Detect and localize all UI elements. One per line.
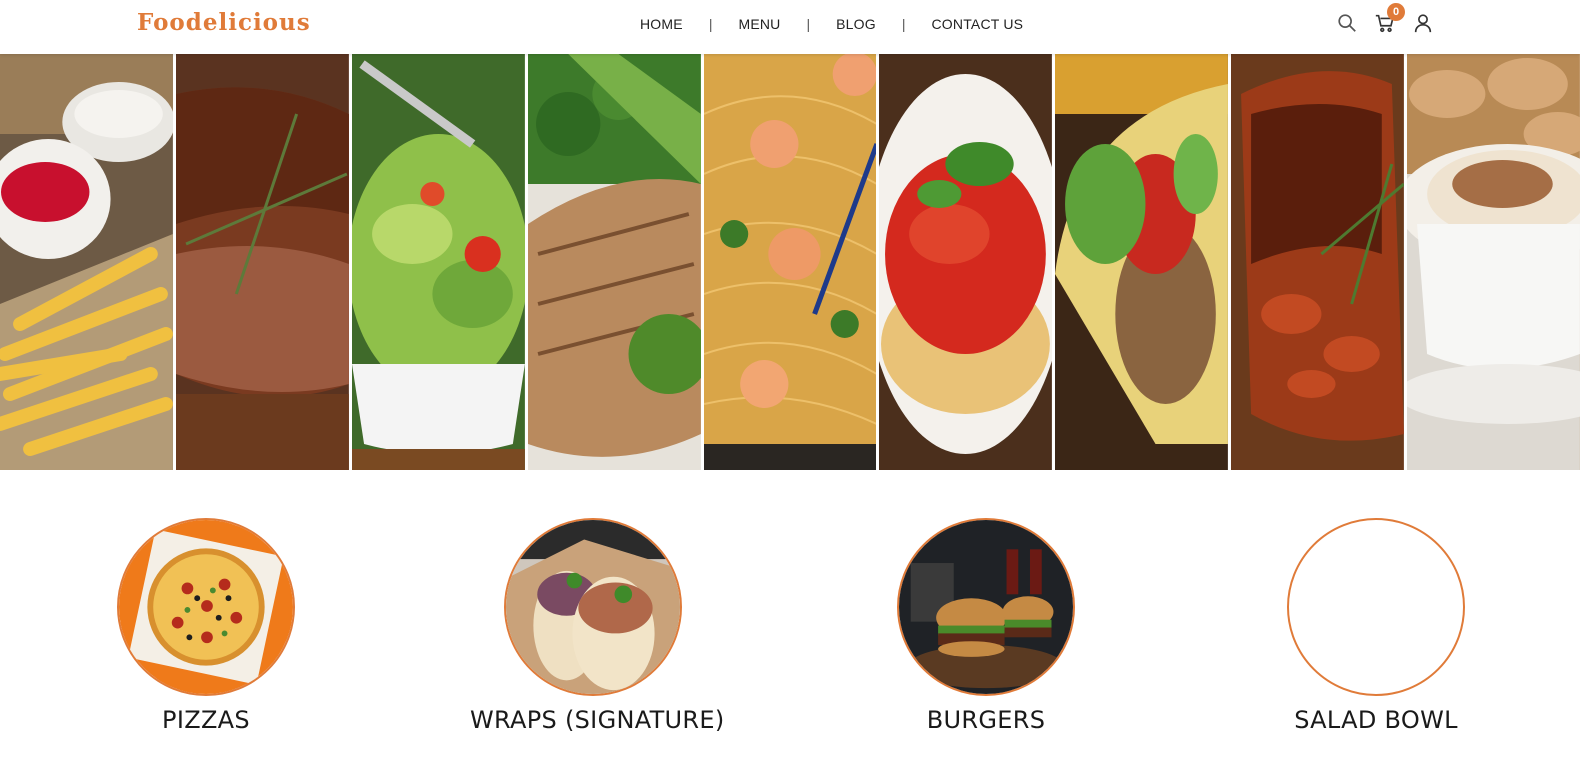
- nav-separator: |: [901, 16, 906, 32]
- category-image-burgers[interactable]: [897, 518, 1075, 696]
- main-nav: HOME | MENU | BLOG | CONTACT US: [640, 16, 1023, 32]
- nav-blog[interactable]: BLOG: [836, 16, 876, 32]
- site-header: Foodelicious HOME | MENU | BLOG | CONTAC…: [0, 0, 1580, 54]
- category-burgers[interactable]: BURGERS: [896, 518, 1076, 734]
- hero-image-fries: [0, 54, 173, 470]
- category-label: BURGERS: [926, 706, 1046, 734]
- hero-image-spaghetti: [879, 54, 1053, 470]
- category-section: PIZZAS WRAPS (SIGNATURE) BURGERS SALAD B…: [0, 518, 1580, 758]
- category-image-salad-bowl[interactable]: [1287, 518, 1465, 696]
- hero-image-shrimp-noodles: [703, 54, 877, 470]
- category-label: PIZZAS: [162, 706, 250, 734]
- cart-icon[interactable]: 0: [1374, 3, 1405, 34]
- hero-banner: [0, 54, 1580, 470]
- category-image-wraps[interactable]: [503, 518, 682, 696]
- category-wraps[interactable]: WRAPS (SIGNATURE): [470, 518, 725, 734]
- category-pizzas[interactable]: PIZZAS: [116, 518, 296, 734]
- category-label: WRAPS (SIGNATURE): [470, 706, 725, 734]
- hero-image-salad: [351, 54, 525, 470]
- hero-image-cappuccino: [1407, 54, 1580, 470]
- nav-menu[interactable]: MENU: [738, 16, 780, 32]
- category-image-pizza[interactable]: [117, 518, 295, 696]
- nav-home[interactable]: HOME: [640, 16, 683, 32]
- header-icons: 0: [1336, 3, 1434, 38]
- user-icon[interactable]: [1412, 12, 1434, 34]
- nav-separator: |: [806, 16, 811, 32]
- hero-image-grilled-chicken: [1231, 54, 1405, 470]
- nav-separator: |: [708, 16, 713, 32]
- search-icon[interactable]: [1336, 12, 1358, 34]
- hero-image-tacos: [1055, 54, 1229, 470]
- hero-image-grilled-fish: [527, 54, 701, 470]
- brand-logo[interactable]: Foodelicious: [137, 9, 311, 36]
- cart-count-badge: 0: [1387, 3, 1405, 21]
- category-salad-bowl[interactable]: SALAD BOWL: [1276, 518, 1476, 734]
- nav-contact-us[interactable]: CONTACT US: [931, 16, 1023, 32]
- category-label: SALAD BOWL: [1294, 706, 1458, 734]
- hero-image-steak: [175, 54, 349, 470]
